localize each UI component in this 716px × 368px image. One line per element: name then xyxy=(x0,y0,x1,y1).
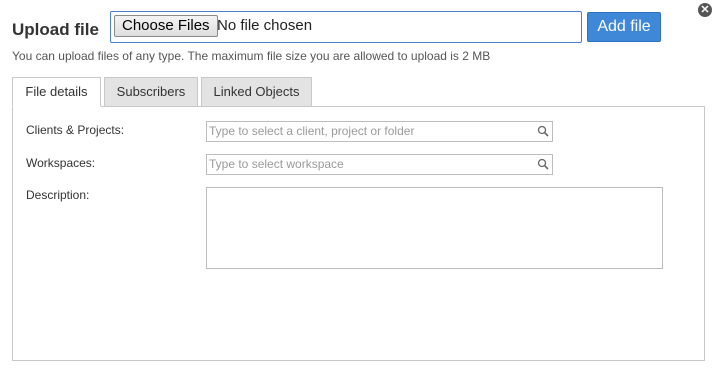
upload-hint: You can upload files of any type. The ma… xyxy=(12,49,491,63)
dialog-title: Upload file xyxy=(12,20,99,39)
workspaces-label: Workspaces: xyxy=(26,156,96,170)
tab-linked-objects[interactable]: Linked Objects xyxy=(201,77,312,107)
close-icon[interactable]: ✕ xyxy=(698,3,712,17)
tab-file-details[interactable]: File details xyxy=(12,77,101,107)
clients-projects-field[interactable] xyxy=(206,121,553,142)
description-textarea[interactable] xyxy=(206,187,663,269)
choose-files-button[interactable]: Choose Files xyxy=(114,15,218,37)
description-label: Description: xyxy=(26,188,90,202)
workspaces-input[interactable] xyxy=(209,155,529,173)
search-icon xyxy=(537,158,549,170)
clients-projects-input[interactable] xyxy=(209,122,529,140)
tab-subscribers[interactable]: Subscribers xyxy=(104,77,198,107)
search-icon xyxy=(537,125,549,137)
clients-projects-label: Clients & Projects: xyxy=(26,123,125,137)
file-input[interactable]: Choose Files No file chosen xyxy=(110,11,582,43)
file-status-text: No file chosen xyxy=(217,17,313,34)
add-file-button[interactable]: Add file xyxy=(587,12,661,42)
workspaces-field[interactable] xyxy=(206,154,553,175)
